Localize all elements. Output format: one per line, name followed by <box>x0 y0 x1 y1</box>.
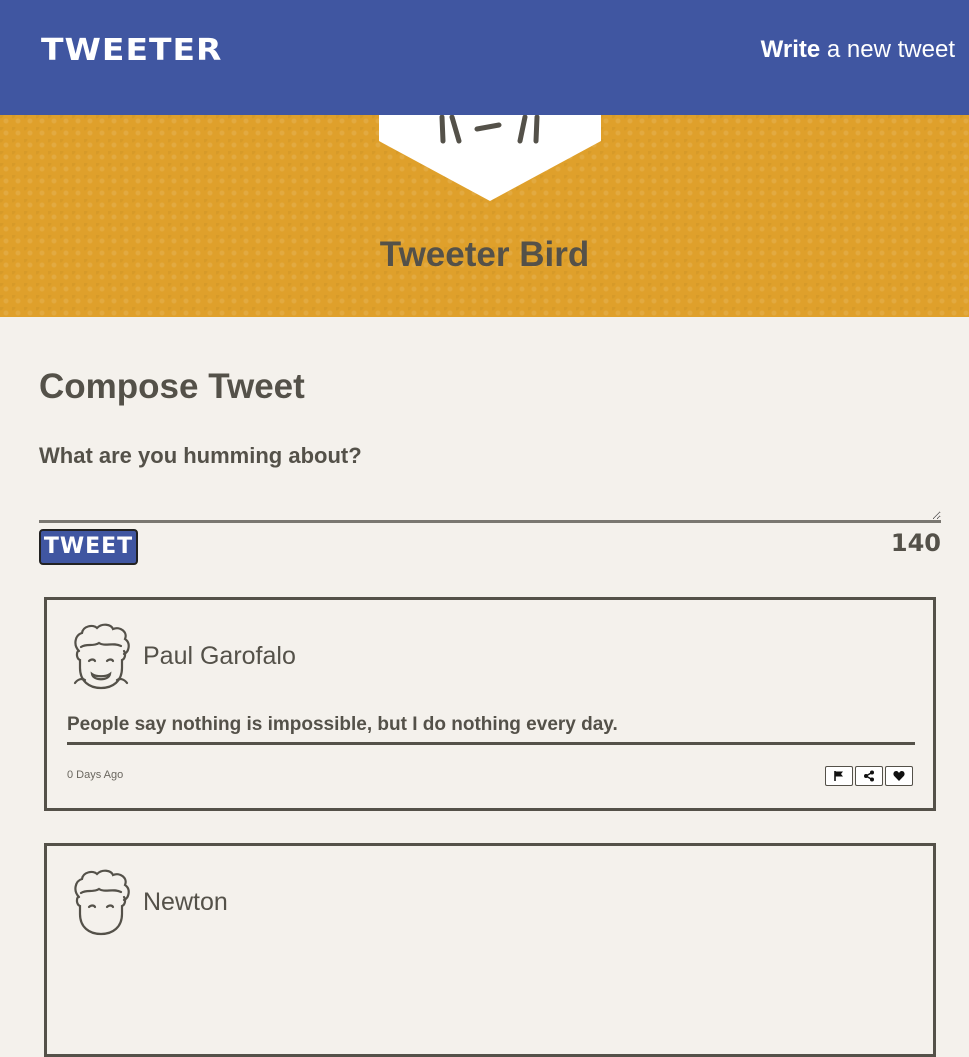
share-button[interactable] <box>855 766 883 786</box>
heart-icon <box>893 771 905 781</box>
tweet-card: Paul Garofalo People say nothing is impo… <box>44 597 936 811</box>
write-label-rest: a new tweet <box>820 36 955 63</box>
user-avatar-icon <box>73 623 130 690</box>
brand-logo[interactable]: TWEETER <box>41 32 222 68</box>
like-button[interactable] <box>885 766 913 786</box>
character-counter: 140 <box>890 529 941 557</box>
tweet-actions <box>825 766 913 786</box>
compose-title: Compose Tweet <box>39 367 305 406</box>
tweet-author: Newton <box>143 888 228 916</box>
tweet-card: Newton <box>44 843 936 1057</box>
tweet-timestamp: 0 Days Ago <box>67 769 124 781</box>
user-avatar-icon <box>74 869 130 936</box>
write-label-bold: Write <box>760 36 821 63</box>
tweet-content: People say nothing is impossible, but I … <box>67 714 915 745</box>
flag-icon <box>834 771 843 781</box>
tweet-author: Paul Garofalo <box>143 642 296 670</box>
share-icon <box>864 770 874 782</box>
tweet-submit-button[interactable]: TWEET <box>39 529 138 565</box>
tweet-textarea[interactable] <box>39 477 941 523</box>
flag-button[interactable] <box>825 766 853 786</box>
compose-label: What are you humming about? <box>39 443 362 468</box>
profile-banner: Tweeter Bird <box>0 115 969 317</box>
profile-name: Tweeter Bird <box>379 235 590 274</box>
write-new-tweet-link[interactable]: Write a new tweet <box>761 36 955 64</box>
profile-avatar <box>379 115 601 201</box>
top-nav: TWEETER Write a new tweet <box>0 0 969 115</box>
